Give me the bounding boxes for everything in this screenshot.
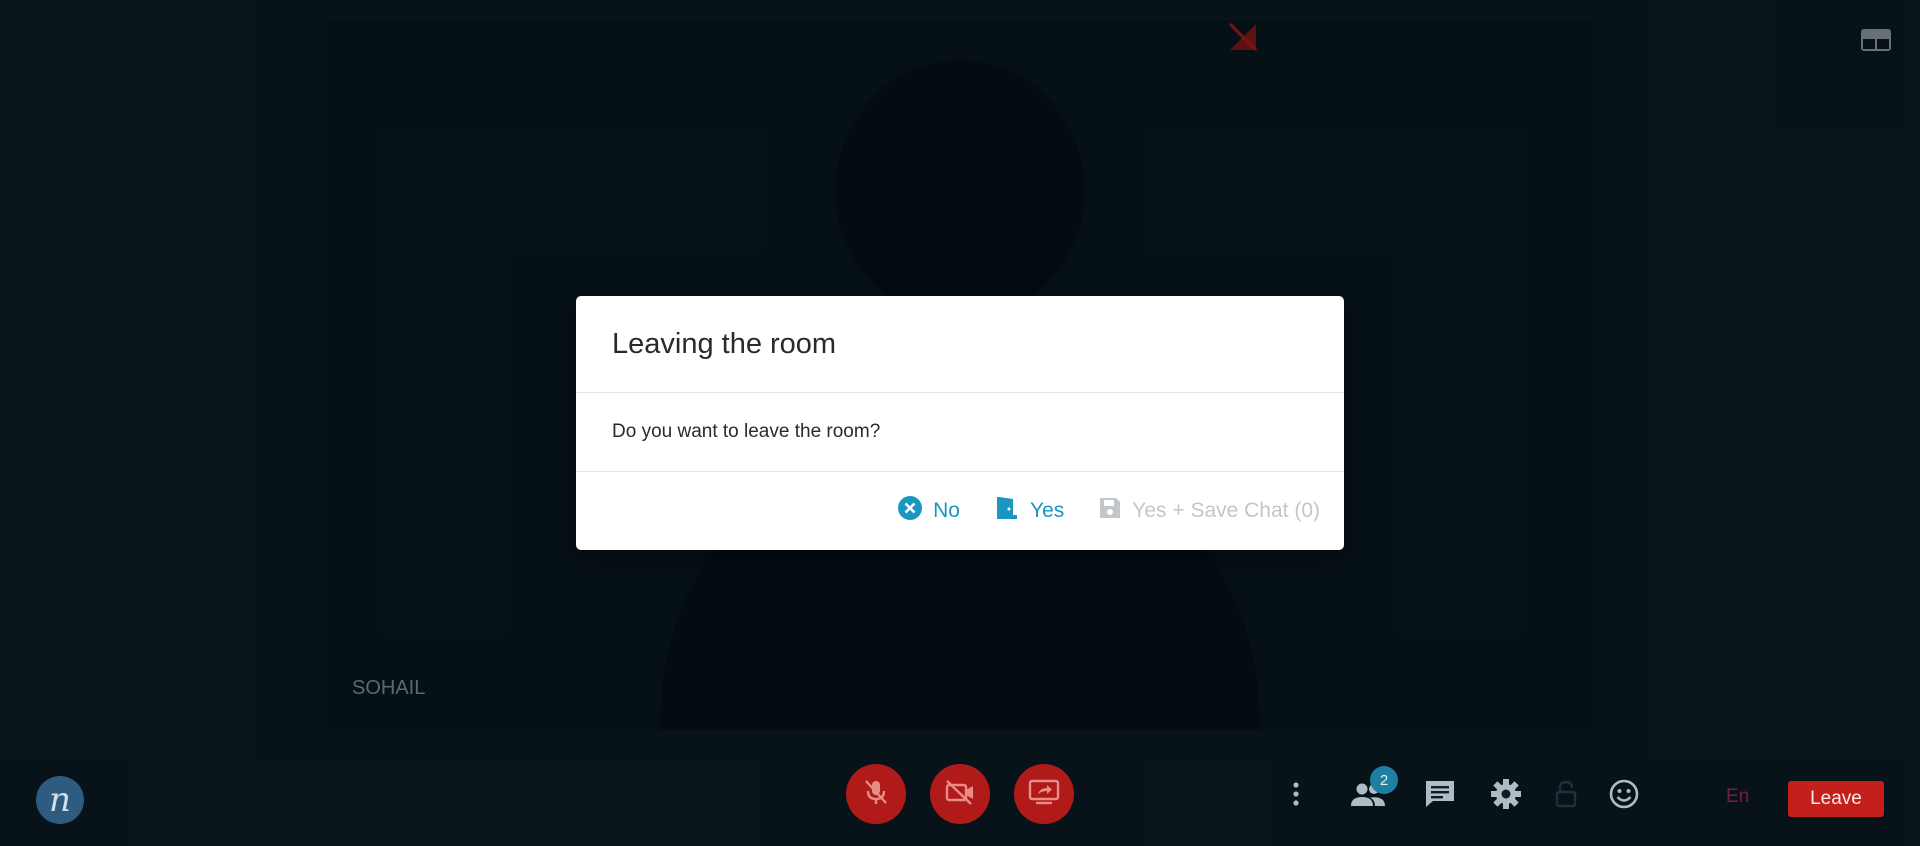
app-logo: n bbox=[36, 776, 84, 824]
dialog-header: Leaving the room bbox=[576, 296, 1344, 393]
dialog-body: Do you want to leave the room? bbox=[576, 393, 1344, 472]
yes-button[interactable]: Yes bbox=[994, 495, 1064, 527]
screen-share-icon bbox=[1027, 777, 1061, 812]
conference-stage: SOHAIL Leaving the room Do you want to l… bbox=[0, 0, 1920, 846]
bottom-toolbar: n 2 En Leave bbox=[0, 756, 1920, 846]
dialog-message: Do you want to leave the room? bbox=[612, 421, 881, 442]
yes-save-chat-label: Yes + Save Chat (0) bbox=[1132, 499, 1320, 522]
no-button-label: No bbox=[933, 499, 960, 522]
lock-icon[interactable] bbox=[1548, 776, 1584, 812]
camera-off-icon bbox=[944, 777, 976, 812]
yes-button-label: Yes bbox=[1029, 499, 1065, 522]
more-options-icon[interactable] bbox=[1278, 776, 1314, 812]
emoji-icon[interactable] bbox=[1606, 776, 1642, 812]
yes-save-chat-button[interactable]: Yes + Save Chat (0) bbox=[1098, 496, 1320, 526]
microphone-off-icon bbox=[861, 777, 891, 812]
no-button[interactable]: No bbox=[897, 495, 960, 527]
settings-gear-icon[interactable] bbox=[1488, 776, 1524, 812]
save-floppy-icon bbox=[1098, 496, 1122, 526]
dialog-title: Leaving the room bbox=[612, 327, 837, 360]
language-selector[interactable]: En bbox=[1726, 786, 1749, 808]
chat-icon[interactable] bbox=[1422, 776, 1458, 812]
leave-room-dialog: Leaving the room Do you want to leave th… bbox=[576, 296, 1344, 550]
screen-share-button[interactable] bbox=[1014, 764, 1074, 824]
leave-button[interactable]: Leave bbox=[1788, 781, 1884, 817]
microphone-toggle-button[interactable] bbox=[846, 764, 906, 824]
participants-count-badge: 2 bbox=[1370, 766, 1398, 794]
cancel-circle-icon bbox=[897, 495, 923, 527]
dialog-footer: No Yes Yes + Save Chat (0) bbox=[576, 472, 1344, 550]
exit-door-icon bbox=[994, 495, 1020, 527]
camera-toggle-button[interactable] bbox=[930, 764, 990, 824]
